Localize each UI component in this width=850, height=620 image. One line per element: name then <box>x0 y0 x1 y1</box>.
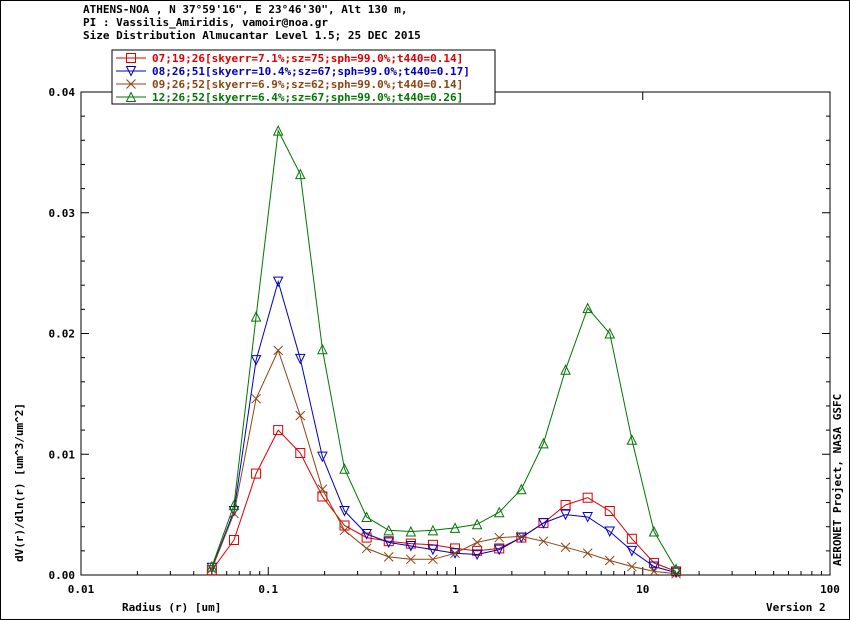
series-2 <box>206 276 682 579</box>
legend-entry-4: 12;26;52[skyerr=6.4%;sz=67;sph=99.0%;t44… <box>116 91 463 104</box>
version-label: Version 2 <box>766 601 826 614</box>
data-point <box>627 561 637 572</box>
series-3 <box>207 345 681 579</box>
x-tick-label: 0.01 <box>68 583 95 596</box>
series-line <box>211 128 677 570</box>
y-tick-label: 0.01 <box>49 448 76 461</box>
series-1 <box>206 425 682 577</box>
y-tick-label: 0.02 <box>49 328 76 341</box>
legend-label: 07;19;26[skyerr=7.1%;sz=75;sph=99.0%;t44… <box>152 52 463 65</box>
data-point <box>472 537 482 548</box>
y-tick-label: 0.03 <box>49 207 76 220</box>
plot-area <box>80 91 831 576</box>
data-point <box>582 548 593 559</box>
legend-label: 08;26;51[skyerr=10.4%;sz=67;sph=99.0%;t4… <box>152 65 470 78</box>
x-tick-label: 100 <box>820 583 840 596</box>
legend-entry-1: 07;19;26[skyerr=7.1%;sz=75;sph=99.0%;t44… <box>116 52 463 65</box>
x-tick-label: 1 <box>452 583 459 596</box>
legend-label: 12;26;52[skyerr=6.4%;sz=67;sph=99.0%;t44… <box>152 91 463 104</box>
aeronet-credit-label: AERONET Project, NASA GSFC <box>831 394 844 566</box>
x-tick-label: 0.1 <box>258 583 278 596</box>
legend-entry-2: 08;26;51[skyerr=10.4%;sz=67;sph=99.0%;t4… <box>116 65 470 78</box>
data-point <box>560 542 571 553</box>
x-tick-label: 10 <box>636 583 649 596</box>
y-axis-label: dV(r)/dln(r) [um^3/um^2] <box>13 403 26 562</box>
series-line <box>211 429 677 572</box>
data-point <box>273 345 284 356</box>
size-distribution-chart: 0.01 0.1 1 10 1000.000.010.020.030.04 07;19;… <box>13 49 844 614</box>
x-axis-label: Radius (r) [um] <box>122 601 221 614</box>
legend-label: 09;26;52[skyerr=6.9%;sz=62;sph=99.0%;t44… <box>152 78 463 91</box>
y-tick-label: 0.00 <box>49 569 76 582</box>
data-point <box>604 555 615 566</box>
series-line <box>211 349 677 575</box>
data-point <box>361 543 372 554</box>
data-point <box>538 536 549 547</box>
data-point <box>295 410 306 421</box>
y-tick-label: 0.04 <box>49 86 76 99</box>
legend-entry-3: 09;26;52[skyerr=6.9%;sz=62;sph=99.0%;t44… <box>116 78 463 91</box>
data-point <box>251 393 261 404</box>
